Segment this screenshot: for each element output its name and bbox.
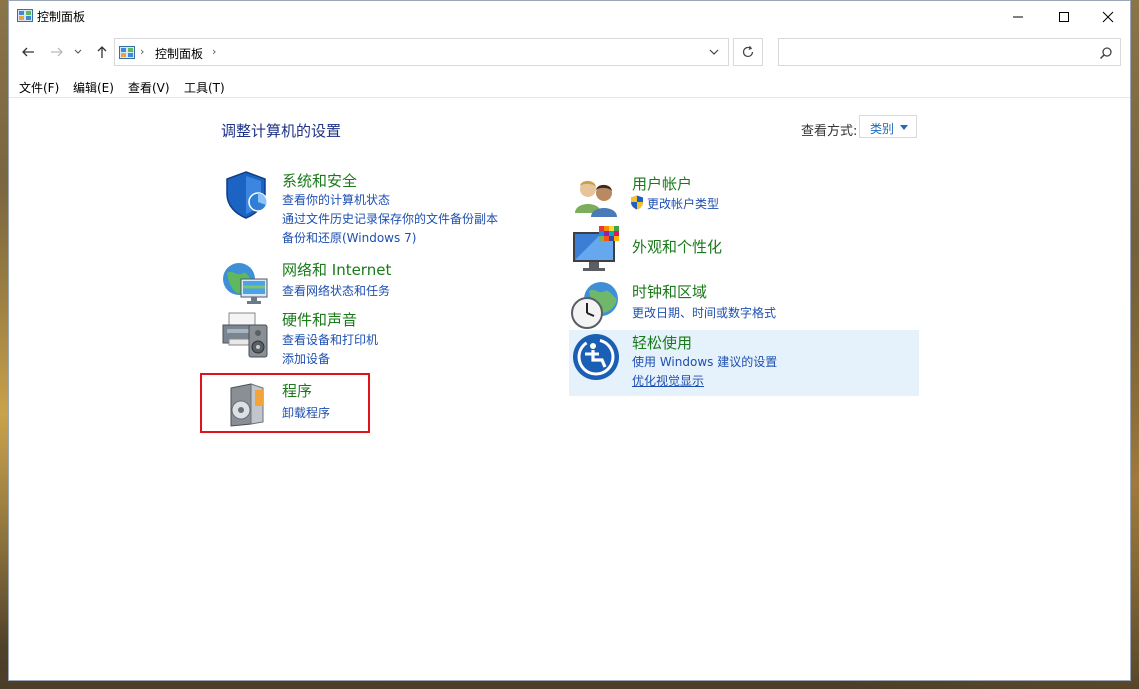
clock-globe-icon[interactable]: [571, 281, 621, 331]
close-icon: [1102, 11, 1114, 22]
content-area: 调整计算机的设置 查看方式: 类别 系统和安全 查看你的计算机状态 通过文件历史…: [9, 98, 1130, 680]
chevron-down-icon: [900, 125, 908, 130]
link-devices-printers[interactable]: 查看设备和打印机: [282, 331, 378, 348]
control-panel-icon: [17, 9, 33, 22]
category-user-accounts: 用户帐户 更改帐户类型: [571, 173, 891, 217]
view-by-dropdown[interactable]: 类别: [859, 115, 917, 138]
close-button[interactable]: [1085, 1, 1131, 32]
link-add-device[interactable]: 添加设备: [282, 350, 330, 367]
page-title: 调整计算机的设置: [221, 122, 342, 140]
category-title[interactable]: 系统和安全: [282, 170, 357, 191]
view-by-label: 查看方式:: [801, 124, 858, 139]
refresh-icon: [742, 45, 754, 58]
category-clock-region: 时钟和区域 更改日期、时间或数字格式: [571, 281, 891, 329]
category-ease-of-access: 轻松使用 使用 Windows 建议的设置 优化视觉显示: [571, 332, 891, 392]
menu-tools[interactable]: 工具(T): [184, 79, 225, 96]
category-title[interactable]: 外观和个性化: [632, 236, 722, 257]
breadcrumb-separator[interactable]: ›: [140, 45, 144, 58]
menu-edit[interactable]: 编辑(E): [73, 79, 114, 96]
link-view-computer-status[interactable]: 查看你的计算机状态: [282, 191, 390, 208]
maximize-button[interactable]: [1041, 1, 1087, 32]
category-title[interactable]: 硬件和声音: [282, 309, 357, 330]
link-change-date-time-format[interactable]: 更改日期、时间或数字格式: [632, 304, 776, 321]
link-change-account-type[interactable]: 更改帐户类型: [647, 195, 719, 212]
link-windows-recommended-settings[interactable]: 使用 Windows 建议的设置: [632, 353, 777, 370]
view-by-value: 类别: [870, 122, 895, 136]
control-panel-window: 控制面板 › 控制面板 › 文件(F) 编辑(E) 查看(V) 工具(T) 调整…: [8, 0, 1131, 681]
category-hardware-sound: 硬件和声音 查看设备和打印机 添加设备: [221, 309, 541, 369]
navigation-bar: › 控制面板 ›: [9, 37, 1130, 69]
category-title[interactable]: 网络和 Internet: [282, 259, 391, 280]
category-network-internet: 网络和 Internet 查看网络状态和任务: [221, 259, 541, 307]
refresh-button[interactable]: [733, 38, 763, 66]
minimize-button[interactable]: [995, 1, 1041, 32]
globe-network-icon[interactable]: [221, 259, 271, 309]
arrow-left-icon: [22, 47, 34, 57]
shield-icon[interactable]: [221, 170, 271, 220]
forward-button[interactable]: [46, 41, 68, 63]
ease-of-access-icon[interactable]: [571, 332, 621, 382]
category-system-security: 系统和安全 查看你的计算机状态 通过文件历史记录保存你的文件备份副本 备份和还原…: [221, 170, 541, 250]
menu-view[interactable]: 查看(V): [128, 79, 170, 96]
arrow-right-icon: [51, 47, 63, 57]
link-network-status[interactable]: 查看网络状态和任务: [282, 282, 390, 299]
control-panel-icon: [119, 46, 135, 59]
chevron-down-icon: [74, 49, 82, 54]
category-title[interactable]: 时钟和区域: [632, 281, 707, 302]
link-file-history-backup[interactable]: 通过文件历史记录保存你的文件备份副本: [282, 210, 498, 227]
window-title: 控制面板: [37, 10, 86, 24]
users-icon[interactable]: [571, 173, 621, 223]
title-bar: 控制面板: [9, 1, 1130, 32]
uac-shield-icon: [631, 195, 643, 210]
link-backup-restore[interactable]: 备份和还原(Windows 7): [282, 229, 416, 246]
maximize-icon: [1059, 11, 1069, 22]
category-title[interactable]: 轻松使用: [632, 332, 692, 353]
back-button[interactable]: [17, 41, 39, 63]
breadcrumb-separator[interactable]: ›: [212, 45, 216, 58]
search-box[interactable]: [778, 38, 1121, 66]
menu-file[interactable]: 文件(F): [19, 79, 59, 96]
recent-locations-button[interactable]: [71, 41, 85, 63]
breadcrumb-control-panel[interactable]: 控制面板: [155, 45, 203, 62]
monitor-palette-icon[interactable]: [571, 226, 621, 276]
search-icon[interactable]: [1099, 46, 1113, 60]
minimize-icon: [1013, 16, 1023, 17]
category-appearance: 外观和个性化: [571, 226, 891, 274]
category-title[interactable]: 用户帐户: [632, 173, 692, 194]
up-button[interactable]: [91, 41, 113, 63]
printer-speaker-icon[interactable]: [221, 309, 271, 359]
address-bar[interactable]: › 控制面板 ›: [114, 38, 729, 66]
chevron-down-icon[interactable]: [707, 45, 721, 59]
menu-bar: 文件(F) 编辑(E) 查看(V) 工具(T): [9, 75, 1130, 98]
search-input[interactable]: [783, 42, 1087, 64]
annotation-highlight-box: [200, 373, 370, 433]
link-optimize-visual-display[interactable]: 优化视觉显示: [632, 372, 704, 389]
arrow-up-icon: [97, 46, 107, 58]
